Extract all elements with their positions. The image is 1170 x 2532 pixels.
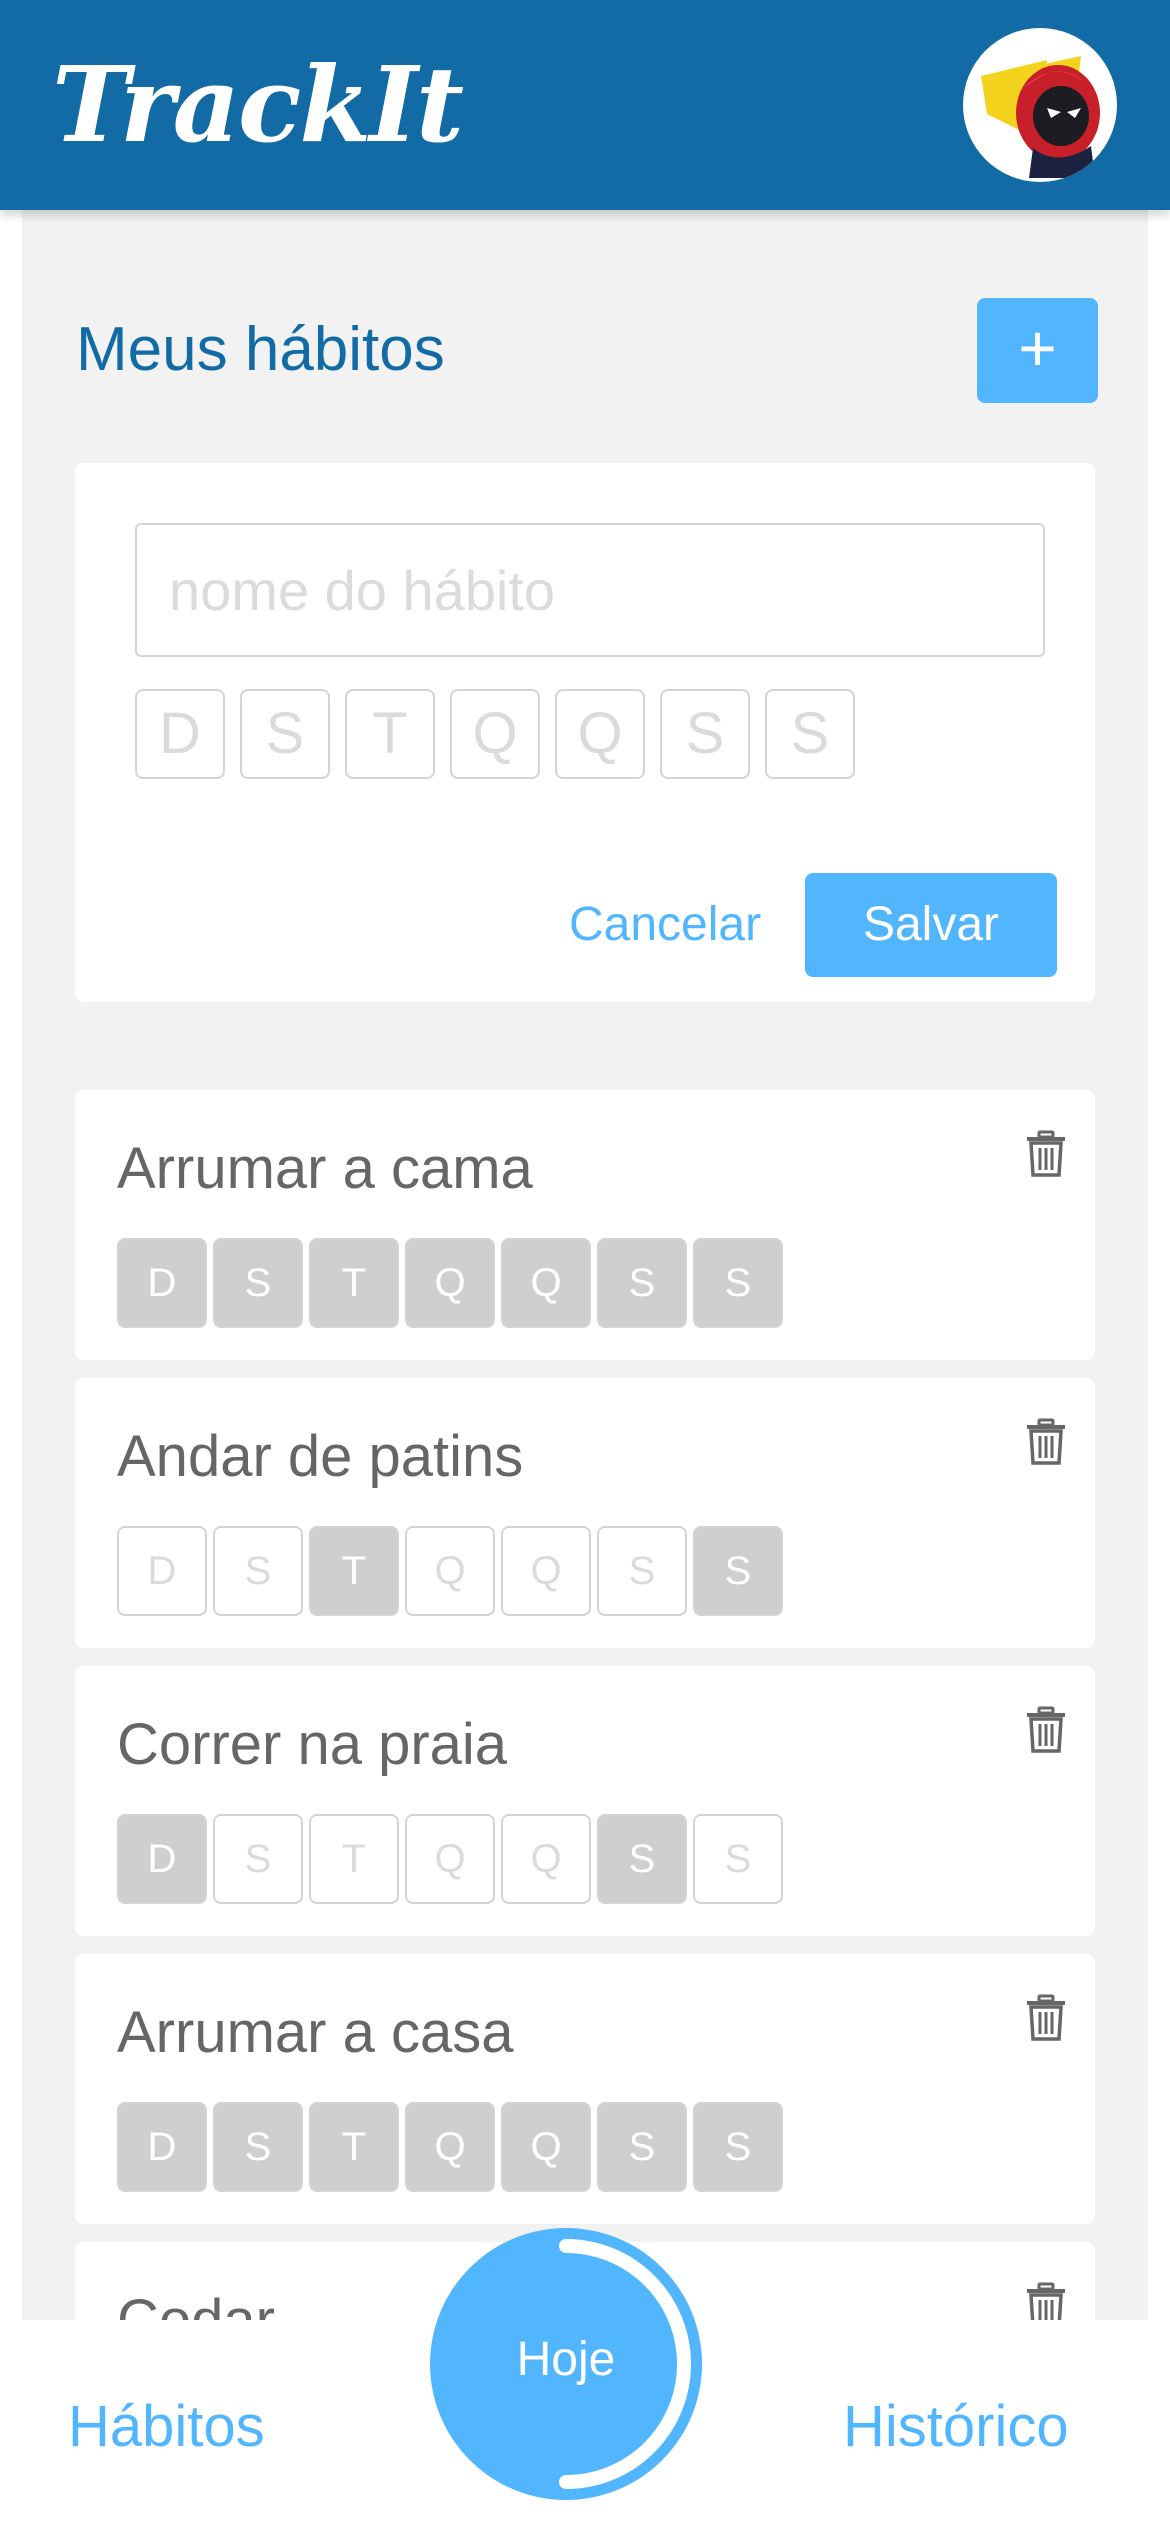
habit-days: D S T Q Q S S [117,1814,789,1904]
habit-day: D [117,1526,207,1616]
main-content: Meus hábitos + D S T Q Q S S Cancelar Sa… [22,210,1148,2320]
habit-day: S [693,1814,783,1904]
habit-day: D [117,1814,207,1904]
trash-icon[interactable] [1025,2282,1067,2320]
habit-day: Q [405,1526,495,1616]
habit-day: Q [405,2102,495,2192]
trash-icon[interactable] [1025,1130,1067,1178]
form-day-wednesday[interactable]: Q [450,689,540,779]
habit-day: S [213,2102,303,2192]
habit-card: Correr na praia D S T Q Q S S [75,1666,1095,1936]
form-day-friday[interactable]: S [660,689,750,779]
habit-name: Codar [117,2286,275,2320]
add-habit-button[interactable]: + [977,298,1098,403]
app-logo: TrackIt [52,43,464,166]
form-day-sunday[interactable]: D [135,689,225,779]
nav-habits-link[interactable]: Hábitos [68,2392,265,2462]
habit-day: S [693,2102,783,2192]
habit-day: S [597,2102,687,2192]
save-button[interactable]: Salvar [805,873,1057,977]
form-day-thursday[interactable]: Q [555,689,645,779]
trash-icon[interactable] [1025,1706,1067,1754]
habit-day: S [213,1814,303,1904]
today-label: Hoje [516,2333,616,2386]
habit-day: S [597,1526,687,1616]
form-day-tuesday[interactable]: T [345,689,435,779]
avatar-image-icon [981,56,1100,178]
habit-card: Andar de patins D S T Q Q S S [75,1378,1095,1648]
habit-name: Correr na praia [117,1712,508,1777]
top-bar: TrackIt [0,0,1170,210]
habit-days: D S T Q Q S S [117,2102,789,2192]
habit-day: S [213,1238,303,1328]
habit-name-input[interactable] [135,523,1045,657]
page-title: Meus hábitos [76,315,445,384]
habit-day: D [117,1238,207,1328]
today-button[interactable]: Hoje [430,2228,702,2500]
user-avatar[interactable] [963,28,1117,182]
habit-days: D S T Q Q S S [117,1526,789,1616]
habit-day: Q [501,1526,591,1616]
habit-day: Q [405,1238,495,1328]
form-day-monday[interactable]: S [240,689,330,779]
habit-days: D S T Q Q S S [117,1238,789,1328]
trash-icon[interactable] [1025,1418,1067,1466]
habit-card: Arrumar a cama D S T Q Q S S [75,1090,1095,1360]
habit-day: D [117,2102,207,2192]
habit-day: T [309,2102,399,2192]
habit-day: T [309,1814,399,1904]
form-day-selector: D S T Q Q S S [135,689,870,779]
habit-name: Arrumar a cama [117,1136,533,1201]
habit-day: S [597,1814,687,1904]
habit-day: T [309,1238,399,1328]
habit-name: Andar de patins [117,1424,524,1489]
habit-day: Q [501,1814,591,1904]
new-habit-form: D S T Q Q S S Cancelar Salvar [75,463,1095,1002]
form-day-saturday[interactable]: S [765,689,855,779]
habit-day: S [693,1526,783,1616]
habit-card: Arrumar a casa D S T Q Q S S [75,1954,1095,2224]
habit-day: Q [501,1238,591,1328]
trash-icon[interactable] [1025,1994,1067,2042]
habit-day: S [213,1526,303,1616]
cancel-button[interactable]: Cancelar [565,873,765,977]
habit-day: S [597,1238,687,1328]
habit-day: Q [501,2102,591,2192]
nav-history-link[interactable]: Histórico [843,2392,1069,2462]
habit-day: T [309,1526,399,1616]
habit-day: S [693,1238,783,1328]
habit-day: Q [405,1814,495,1904]
habit-name: Arrumar a casa [117,2000,514,2065]
